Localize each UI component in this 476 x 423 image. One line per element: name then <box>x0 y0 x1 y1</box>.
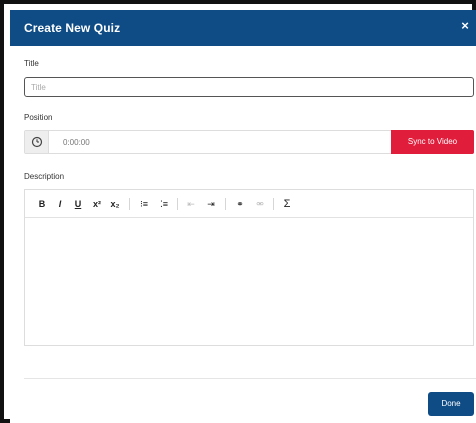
toolbar-divider <box>129 198 130 210</box>
close-icon[interactable]: × <box>458 19 472 33</box>
clock-icon <box>25 131 49 153</box>
description-editor: B I U x² x₂ ⁝≡ ⁚≡ ⇤ ⇥ ⚭ ⚮ Σ <box>24 189 474 346</box>
unordered-list-button[interactable]: ⁚≡ <box>157 198 171 210</box>
dialog-title: Create New Quiz <box>24 21 121 35</box>
ordered-list-button[interactable]: ⁝≡ <box>137 198 151 210</box>
create-quiz-dialog: Create New Quiz × Title Position 0:00:00… <box>10 10 476 423</box>
subscript-button[interactable]: x₂ <box>109 198 121 210</box>
superscript-button[interactable]: x² <box>91 198 103 210</box>
description-label: Description <box>24 172 65 181</box>
position-label: Position <box>24 113 53 122</box>
title-label: Title <box>24 59 39 68</box>
footer-divider <box>24 378 476 379</box>
toolbar-divider <box>177 198 178 210</box>
underline-button[interactable]: U <box>73 198 83 210</box>
link-button[interactable]: ⚭ <box>233 198 247 210</box>
outdent-button[interactable]: ⇤ <box>185 198 197 210</box>
bold-button[interactable]: B <box>37 198 47 210</box>
editor-toolbar: B I U x² x₂ ⁝≡ ⁚≡ ⇤ ⇥ ⚭ ⚮ Σ <box>25 190 473 218</box>
position-input[interactable]: 0:00:00 <box>63 138 90 147</box>
position-field: 0:00:00 Sync to Video <box>24 130 474 154</box>
italic-button[interactable]: I <box>55 198 65 210</box>
sync-to-video-button[interactable]: Sync to Video <box>391 130 474 154</box>
toolbar-divider <box>225 198 226 210</box>
indent-button[interactable]: ⇥ <box>205 198 217 210</box>
title-input[interactable] <box>24 77 474 97</box>
done-button[interactable]: Done <box>428 392 474 416</box>
toolbar-divider <box>273 198 274 210</box>
dialog-header: Create New Quiz × <box>10 10 476 46</box>
description-text-area[interactable] <box>25 219 473 345</box>
unlink-button[interactable]: ⚮ <box>253 198 267 210</box>
formula-button[interactable]: Σ <box>281 198 293 210</box>
